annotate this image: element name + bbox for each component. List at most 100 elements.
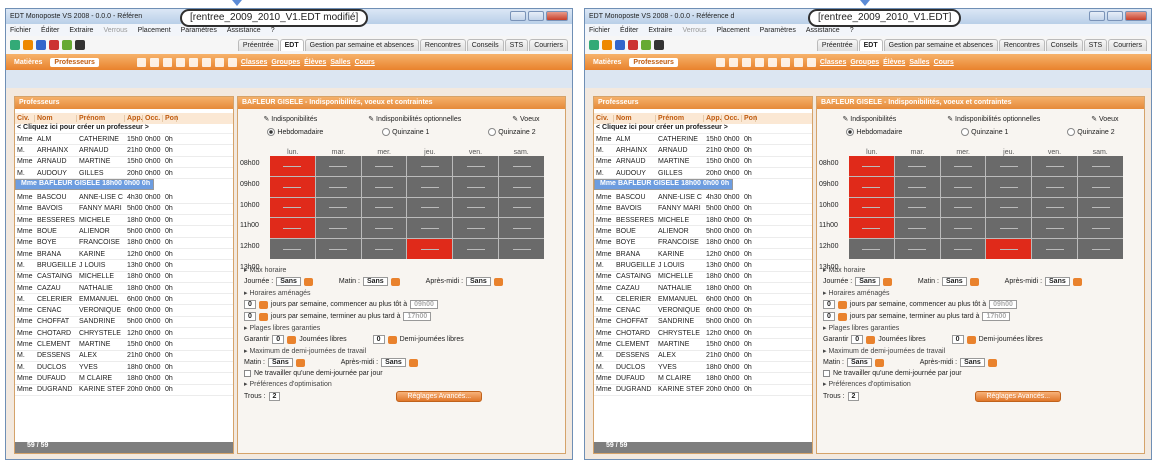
dropdown-icon[interactable] (966, 335, 976, 344)
grid-cell[interactable] (894, 176, 940, 197)
link-tab[interactable]: Élèves (304, 59, 326, 66)
link-tab[interactable]: Groupes (850, 59, 879, 66)
table-row[interactable]: M. BRUGEILLEJ LOUIS 13h000h00 0h (15, 260, 233, 272)
grid-cell[interactable] (1032, 176, 1078, 197)
tool-icon[interactable] (728, 57, 738, 67)
grid-cell[interactable] (407, 197, 453, 218)
column-header[interactable]: Nom (35, 115, 77, 122)
menu-item[interactable]: Placement (138, 27, 171, 34)
table-row[interactable]: Mme ARNAUD MARTINE 15h000h00 0h (15, 157, 233, 168)
grid-cell[interactable] (315, 239, 361, 259)
grid-cell[interactable] (453, 197, 499, 218)
dropdown-icon[interactable] (258, 312, 268, 321)
link-tab[interactable]: Classes (820, 59, 846, 66)
dropdown-icon[interactable] (258, 300, 268, 309)
menu-item[interactable]: Paramètres (181, 27, 217, 34)
grid-cell[interactable] (1032, 156, 1078, 176)
legend-item[interactable]: ✎ Indisponibilités optionnelles (947, 115, 1040, 123)
grid-cell[interactable] (361, 156, 407, 176)
column-header[interactable]: Civ. (15, 115, 35, 122)
menu-item[interactable]: Paramètres (760, 27, 796, 34)
dropdown-icon[interactable] (987, 358, 997, 367)
link-tab[interactable]: Salles (909, 59, 929, 66)
select[interactable]: Sans (381, 358, 406, 367)
column-header[interactable]: App. (704, 115, 722, 122)
dropdown-icon[interactable] (837, 312, 847, 321)
menu-item[interactable]: Verrous (682, 27, 706, 34)
link-tab[interactable]: Classes (241, 59, 267, 66)
tool-icon[interactable] (201, 57, 211, 67)
link-tab[interactable]: Élèves (883, 59, 905, 66)
create-teacher-row[interactable]: < Cliquez ici pour créer un professeur > (15, 124, 233, 134)
table-row[interactable]: Mme CASTAING MICHELLE 18h000h00 0h (15, 272, 233, 283)
table-row[interactable]: M. ARHAINX ARNAUD 21h000h00 0h (594, 145, 812, 157)
select[interactable]: 0 (372, 335, 385, 344)
grid-cell[interactable] (849, 218, 894, 239)
table-row[interactable]: Mme ARNAUD MARTINE 15h000h00 0h (594, 157, 812, 168)
legend-item[interactable]: ✎ Voeux (512, 115, 539, 123)
link-tab[interactable]: Cours (934, 59, 954, 66)
legend-item[interactable]: ✎ Voeux (1091, 115, 1118, 123)
table-row[interactable]: Mme CAZAU NATHALIE 18h000h00 0h (594, 283, 812, 295)
tool-icon[interactable] (806, 57, 816, 67)
grid-cell[interactable] (315, 197, 361, 218)
advanced-settings-button[interactable]: Réglages Avancés... (396, 391, 483, 402)
table-row[interactable]: Mme BAVOIS FANNY MARI 5h00 0h00 0h (15, 204, 233, 216)
radio-option[interactable]: Quinzaine 2 (488, 128, 535, 136)
grid-cell[interactable] (940, 239, 986, 259)
column-header[interactable]: Prénom (77, 115, 125, 122)
link-tab[interactable]: Cours (355, 59, 375, 66)
subtab[interactable]: Professeurs (50, 57, 99, 67)
tool-icon[interactable] (214, 57, 224, 67)
grid-cell[interactable] (315, 218, 361, 239)
link-tab[interactable]: Salles (330, 59, 350, 66)
table-row[interactable]: M. CELERIER EMMANUEL 6h00 0h00 0h (15, 294, 233, 306)
select[interactable]: 0 (244, 300, 256, 309)
grid-cell[interactable] (361, 239, 407, 259)
table-row[interactable]: Mme CENAC VERONIQUE 6h00 0h00 0h (15, 305, 233, 317)
grid-cell[interactable] (1078, 239, 1123, 259)
dropdown-icon[interactable] (303, 277, 313, 286)
table-row[interactable]: Mme CHOFFAT SANDRINE 5h00 0h00 0h (15, 317, 233, 329)
checkbox[interactable] (244, 370, 251, 377)
legend-item[interactable]: ✎ Indisponibilités (263, 115, 317, 123)
grid-cell[interactable] (453, 156, 499, 176)
grid-cell[interactable] (315, 176, 361, 197)
time-input[interactable]: 17h00 (403, 312, 432, 321)
main-tab[interactable]: Gestion par semaine et absences (883, 39, 998, 51)
menu-item[interactable]: Fichier (589, 27, 610, 34)
grid-cell[interactable] (361, 176, 407, 197)
grid-cell[interactable] (453, 176, 499, 197)
menu-item[interactable]: Extraire (648, 27, 672, 34)
table-row[interactable]: Mme CASTAING MICHELLE 18h000h00 0h (594, 272, 812, 283)
table-row[interactable]: Mme CLEMENT MARTINE 15h000h00 0h (594, 339, 812, 351)
dropdown-icon[interactable] (287, 335, 297, 344)
table-row[interactable]: M. AUDOUY GILLES 20h000h00 0h (594, 168, 812, 180)
legend-item[interactable]: ✎ Indisponibilités optionnelles (368, 115, 461, 123)
toolbar-icon[interactable] (10, 40, 20, 50)
grid-cell[interactable] (315, 156, 361, 176)
grid-cell[interactable] (849, 239, 894, 259)
trous-input[interactable]: 2 (847, 392, 860, 401)
grid-cell[interactable] (270, 218, 315, 239)
radio-option[interactable]: Quinzaine 1 (382, 128, 429, 136)
table-row[interactable]: Mme CAZAU NATHALIE 18h000h00 0h (15, 283, 233, 295)
grid-cell[interactable] (1032, 239, 1078, 259)
select[interactable]: Sans (1045, 277, 1070, 286)
toolbar-icon[interactable] (654, 40, 664, 50)
column-header[interactable]: Occ. (722, 115, 742, 122)
menu-item[interactable]: Verrous (103, 27, 127, 34)
column-header[interactable]: Civ. (594, 115, 614, 122)
grid-cell[interactable] (453, 218, 499, 239)
table-row[interactable]: M. CELERIER EMMANUEL 6h00 0h00 0h (594, 294, 812, 306)
dropdown-icon[interactable] (295, 358, 305, 367)
minimize-button[interactable] (510, 11, 526, 21)
grid-cell[interactable] (270, 156, 315, 176)
main-tab[interactable]: Conseils (466, 39, 504, 51)
subtab[interactable]: Professeurs (629, 57, 678, 67)
grid-cell[interactable] (1032, 197, 1078, 218)
grid-cell[interactable] (986, 197, 1032, 218)
grid-cell[interactable] (1078, 197, 1123, 218)
subtab[interactable]: Matières (10, 58, 46, 67)
minimize-button[interactable] (1089, 11, 1105, 21)
